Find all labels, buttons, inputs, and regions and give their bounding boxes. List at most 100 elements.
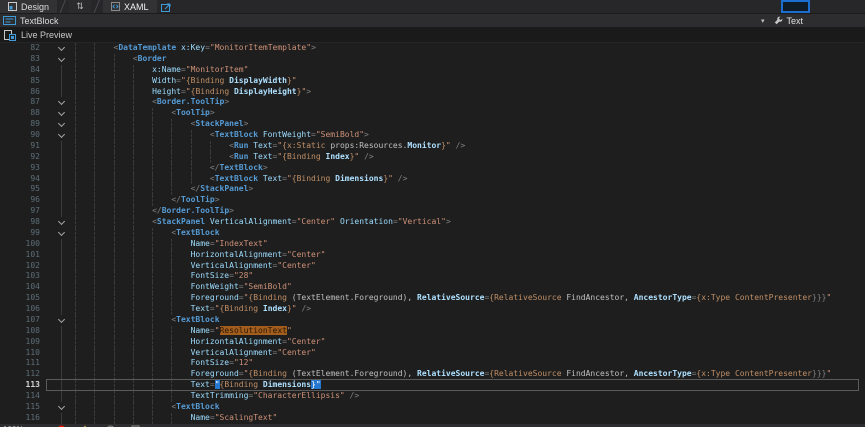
line-number[interactable]: 113 <box>0 380 46 391</box>
line-number[interactable]: 101 <box>0 250 46 261</box>
line-number[interactable]: 94 <box>0 174 46 185</box>
code-line-95[interactable]: 95</StackPanel> <box>0 184 865 195</box>
code-line-84[interactable]: 84x:Name="MonitorItem" <box>0 65 865 76</box>
code-line-97[interactable]: 97 </Border.ToolTip> <box>0 206 865 217</box>
line-number[interactable]: 89 <box>0 119 46 130</box>
fold-chevron-icon[interactable] <box>46 217 75 228</box>
line-number[interactable]: 109 <box>0 337 46 348</box>
property-quick-edit[interactable]: Text <box>774 16 803 26</box>
code-line-88[interactable]: 88<ToolTip> <box>0 108 865 119</box>
code-line-85[interactable]: 85Width="{Binding DisplayWidth}" <box>0 76 865 87</box>
code-line-111[interactable]: 111FontSize="12" <box>0 358 865 369</box>
fold-guide-line <box>46 271 75 282</box>
code-line-98[interactable]: 98<StackPanel VerticalAlignment="Center"… <box>0 217 865 228</box>
code-line-116[interactable]: 116Name="ScalingText" <box>0 413 865 424</box>
line-number[interactable]: 107 <box>0 315 46 326</box>
line-number[interactable]: 84 <box>0 65 46 76</box>
line-number[interactable]: 115 <box>0 402 46 413</box>
line-number[interactable]: 104 <box>0 282 46 293</box>
property-quick-edit-label: Text <box>786 16 803 26</box>
code-line-103[interactable]: 103FontSize="28" <box>0 271 865 282</box>
breadcrumb-element[interactable]: TextBlock <box>20 16 59 26</box>
line-number[interactable]: 106 <box>0 304 46 315</box>
fold-chevron-icon[interactable] <box>46 43 75 54</box>
code-line-115[interactable]: 115<TextBlock <box>0 402 865 413</box>
code-line-113[interactable]: 113Text="{Binding Dimensions}" <box>0 380 865 391</box>
line-number[interactable]: 98 <box>0 217 46 228</box>
line-number[interactable]: 108 <box>0 326 46 337</box>
line-number[interactable]: 103 <box>0 271 46 282</box>
code-line-104[interactable]: 104FontWeight="SemiBold" <box>0 282 865 293</box>
line-number[interactable]: 86 <box>0 87 46 98</box>
popout-button[interactable] <box>157 0 177 13</box>
line-number[interactable]: 90 <box>0 130 46 141</box>
code-text: <TextBlock <box>75 228 865 239</box>
code-line-86[interactable]: 86Height="{Binding DisplayHeight}"> <box>0 87 865 98</box>
line-number[interactable]: 105 <box>0 293 46 304</box>
line-number[interactable]: 85 <box>0 76 46 87</box>
line-number[interactable]: 99 <box>0 228 46 239</box>
line-number[interactable]: 96 <box>0 195 46 206</box>
code-line-108[interactable]: 108Name="ResolutionText" <box>0 326 865 337</box>
code-line-90[interactable]: 90<TextBlock FontWeight="SemiBold"> <box>0 130 865 141</box>
live-preview-label[interactable]: Live Preview <box>21 30 72 40</box>
code-line-109[interactable]: 109HorizontalAlignment="Center" <box>0 337 865 348</box>
code-text: HorizontalAlignment="Center" <box>75 250 865 261</box>
code-line-112[interactable]: 112Foreground="{Binding (TextElement.For… <box>0 369 865 380</box>
tab-design[interactable]: Design <box>0 0 57 13</box>
tab-xaml[interactable]: XAML <box>103 0 157 13</box>
code-line-91[interactable]: 91<Run Text="{x:Static props:Resources.M… <box>0 141 865 152</box>
fold-chevron-icon[interactable] <box>46 402 75 413</box>
code-line-83[interactable]: 83<Border <box>0 54 865 65</box>
code-line-100[interactable]: 100Name="IndexText" <box>0 239 865 250</box>
code-line-101[interactable]: 101 HorizontalAlignment="Center" <box>0 250 865 261</box>
code-line-87[interactable]: 87 <Border.ToolTip> <box>0 97 865 108</box>
code-line-93[interactable]: 93 </TextBlock> <box>0 163 865 174</box>
code-text: <Border.ToolTip> <box>75 97 865 108</box>
line-number[interactable]: 88 <box>0 108 46 119</box>
swap-panes-button[interactable]: ⇅ <box>69 0 91 13</box>
fold-chevron-icon[interactable] <box>46 228 75 239</box>
fold-guide-line <box>46 195 75 206</box>
line-number[interactable]: 112 <box>0 369 46 380</box>
code-text: <DataTemplate x:Key="MonitorItemTemplate… <box>75 43 865 54</box>
fold-chevron-icon[interactable] <box>46 54 75 65</box>
line-number[interactable]: 91 <box>0 141 46 152</box>
line-number[interactable]: 87 <box>0 97 46 108</box>
fold-chevron-icon[interactable] <box>46 315 75 326</box>
line-number[interactable]: 82 <box>0 43 46 54</box>
code-line-114[interactable]: 114TextTrimming="CharacterEllipsis" /> <box>0 391 865 402</box>
line-number[interactable]: 110 <box>0 348 46 359</box>
fold-chevron-icon[interactable] <box>46 108 75 119</box>
line-number[interactable]: 102 <box>0 261 46 272</box>
code-line-107[interactable]: 107<TextBlock <box>0 315 865 326</box>
line-number[interactable]: 100 <box>0 239 46 250</box>
code-line-82[interactable]: 82 <DataTemplate x:Key="MonitorItemTempla… <box>0 43 865 54</box>
code-line-89[interactable]: 89<StackPanel> <box>0 119 865 130</box>
code-editor[interactable]: 82 <DataTemplate x:Key="MonitorItemTempla… <box>0 43 865 424</box>
line-number[interactable]: 111 <box>0 358 46 369</box>
code-text: </Border.ToolTip> <box>75 206 865 217</box>
code-line-94[interactable]: 94<TextBlock Text="{Binding Dimensions}"… <box>0 174 865 185</box>
code-text: </TextBlock> <box>75 163 865 174</box>
fold-chevron-icon[interactable] <box>46 130 75 141</box>
line-number[interactable]: 95 <box>0 184 46 195</box>
dropdown-caret-icon[interactable]: ▾ <box>761 17 765 25</box>
code-line-102[interactable]: 102VerticalAlignment="Center" <box>0 261 865 272</box>
line-number[interactable]: 83 <box>0 54 46 65</box>
line-number[interactable]: 114 <box>0 391 46 402</box>
line-number[interactable]: 93 <box>0 163 46 174</box>
code-line-99[interactable]: 99 <TextBlock <box>0 228 865 239</box>
fold-chevron-icon[interactable] <box>46 97 75 108</box>
code-line-105[interactable]: 105Foreground="{Binding (TextElement.For… <box>0 293 865 304</box>
code-line-106[interactable]: 106Text="{Binding Index}" /> <box>0 304 865 315</box>
code-line-110[interactable]: 110VerticalAlignment="Center" <box>0 348 865 359</box>
line-number[interactable]: 97 <box>0 206 46 217</box>
code-line-96[interactable]: 96</ToolTip> <box>0 195 865 206</box>
code-line-92[interactable]: 92<Run Text="{Binding Index}" /> <box>0 152 865 163</box>
fold-chevron-icon[interactable] <box>46 119 75 130</box>
line-number[interactable]: 92 <box>0 152 46 163</box>
fold-guide-line <box>46 337 75 348</box>
line-number[interactable]: 116 <box>0 413 46 424</box>
editor-tab-bar: Design ⇅ XAML <box>0 0 865 14</box>
